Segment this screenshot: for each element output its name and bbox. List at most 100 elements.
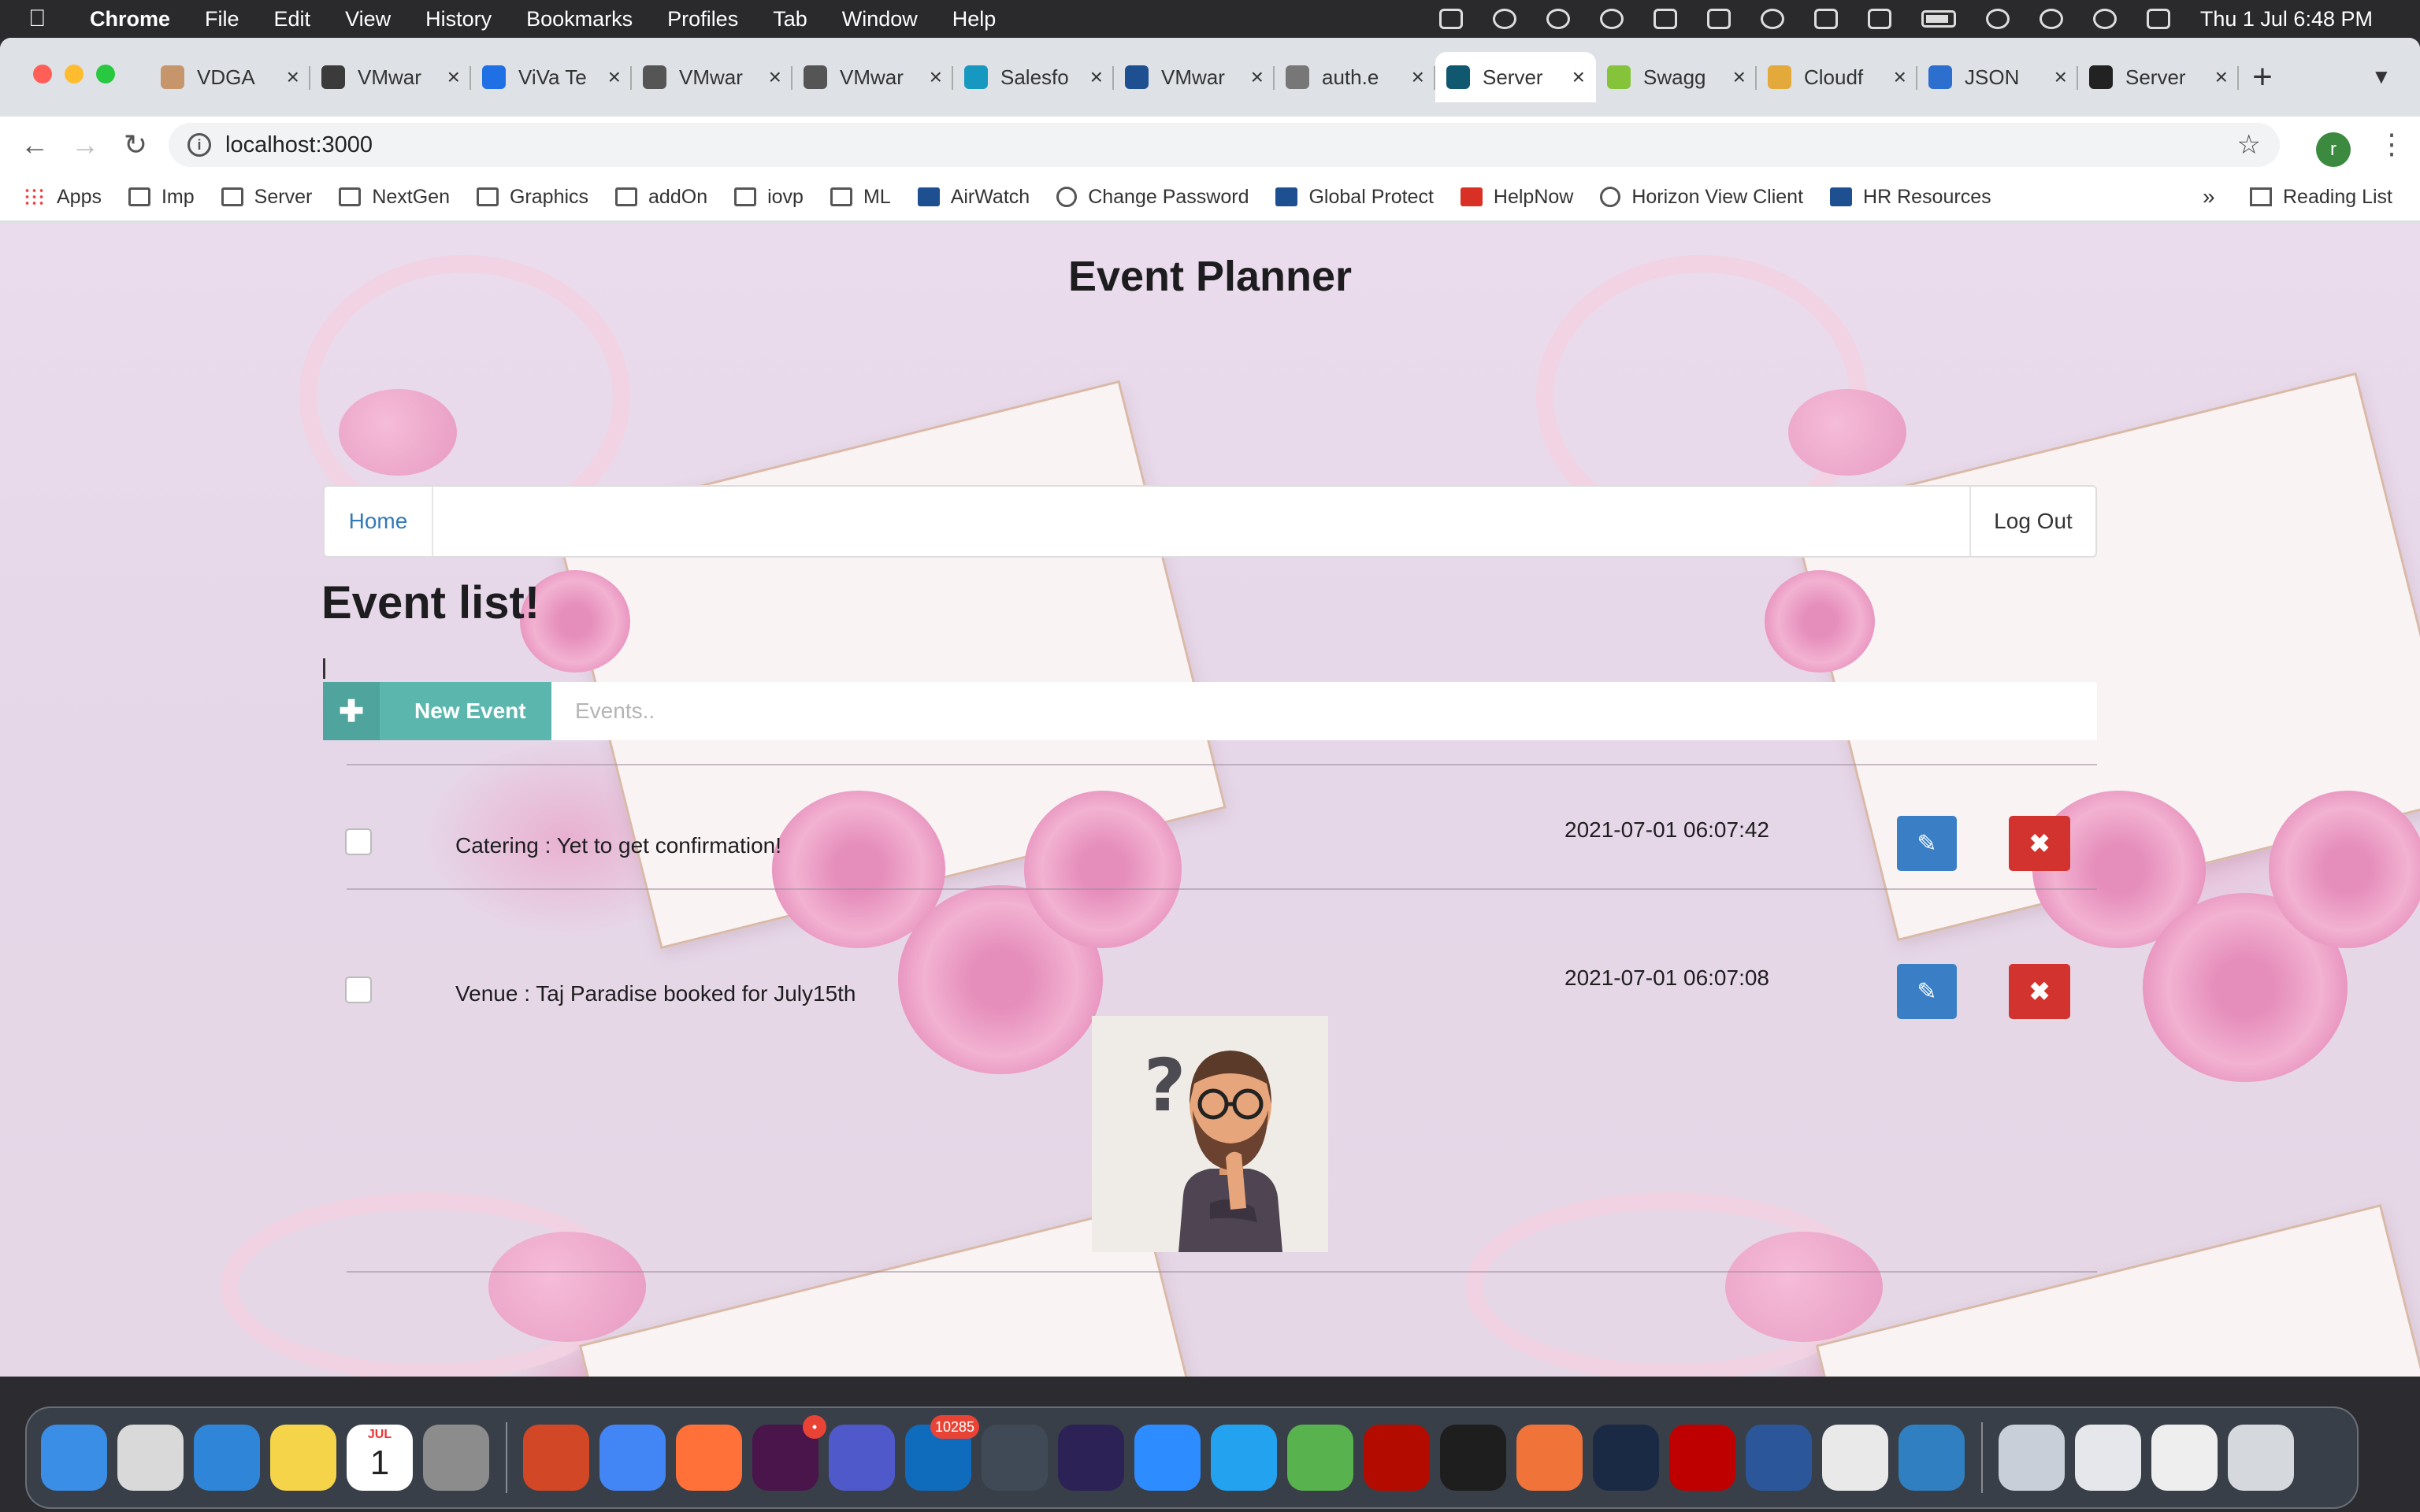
tab-search-icon[interactable]: ▼: [2371, 65, 2392, 89]
word-icon[interactable]: [1746, 1425, 1812, 1491]
browser-tab[interactable]: auth.e ×: [1275, 52, 1435, 102]
chrome-icon[interactable]: [599, 1425, 666, 1491]
apple-menu-icon[interactable]: : [28, 6, 66, 32]
safari-icon[interactable]: [194, 1425, 260, 1491]
reload-button[interactable]: ↻: [110, 120, 161, 170]
edit-event-button[interactable]: ✎: [1897, 816, 1957, 871]
event-input[interactable]: [551, 682, 2097, 740]
tab-close-icon[interactable]: ×: [1412, 65, 1424, 90]
event-checkbox[interactable]: [345, 828, 372, 855]
keyboard-icon[interactable]: [1867, 9, 1891, 29]
camera-icon[interactable]: [1438, 9, 1463, 29]
vpn-client-icon[interactable]: [1593, 1425, 1659, 1491]
control-center-icon[interactable]: [2146, 9, 2170, 29]
close-window-button[interactable]: [33, 65, 52, 83]
bookmark-item[interactable]: Apps: [24, 186, 102, 209]
tab-close-icon[interactable]: ×: [2215, 65, 2228, 90]
nav-home-link[interactable]: Home: [325, 487, 433, 556]
browser-tab[interactable]: ViVa Te ×: [471, 52, 632, 102]
delete-event-button[interactable]: ✖: [2009, 816, 2070, 871]
tab-close-icon[interactable]: ×: [930, 65, 942, 90]
browser-tab[interactable]: VMwar ×: [792, 52, 953, 102]
downloads-stack-icon[interactable]: [1999, 1425, 2065, 1491]
browser-tab[interactable]: Server ×: [2078, 52, 2239, 102]
browser-tab[interactable]: Server ×: [1435, 52, 1596, 102]
sync-icon[interactable]: [1492, 9, 1516, 29]
bookmark-item[interactable]: HR Resources: [1830, 186, 1991, 209]
cloud-app-icon[interactable]: [1287, 1425, 1353, 1491]
files-stack-icon[interactable]: [2151, 1425, 2218, 1491]
launchpad-icon[interactable]: [117, 1425, 184, 1491]
tab-close-icon[interactable]: ×: [1572, 65, 1585, 90]
menu-history[interactable]: History: [425, 7, 492, 32]
vscode-icon[interactable]: [1211, 1425, 1277, 1491]
bookmark-item[interactable]: NextGen: [339, 186, 450, 209]
bookmark-item[interactable]: iovp: [734, 186, 804, 209]
delete-event-button[interactable]: ✖: [2009, 964, 2070, 1019]
bookmark-item[interactable]: Global Protect: [1275, 186, 1434, 209]
outlook-icon[interactable]: 10285: [905, 1415, 979, 1491]
settings-icon[interactable]: [1760, 9, 1784, 29]
firefox-icon[interactable]: [676, 1425, 742, 1491]
zoom-window-button[interactable]: [96, 65, 115, 83]
bookmark-item[interactable]: HelpNow: [1460, 186, 1573, 209]
menu-view[interactable]: View: [345, 7, 391, 32]
bookmark-item[interactable]: Imp: [128, 186, 195, 209]
browser-tab[interactable]: JSON ×: [1917, 52, 2078, 102]
tab-close-icon[interactable]: ×: [1894, 65, 1906, 90]
browser-tab[interactable]: Swagg ×: [1596, 52, 1757, 102]
notes-icon[interactable]: [270, 1425, 336, 1491]
calendar-icon[interactable]: JUL 1: [347, 1425, 413, 1491]
browser-tab[interactable]: VMwar ×: [632, 52, 792, 102]
logout-link[interactable]: Log Out: [1969, 487, 2095, 556]
filezilla-icon[interactable]: [1669, 1425, 1735, 1491]
wifi-icon[interactable]: [1985, 9, 2010, 29]
bookmark-item[interactable]: addOn: [615, 186, 707, 209]
new-tab-button[interactable]: +: [2244, 52, 2281, 102]
menu-edit[interactable]: Edit: [274, 7, 311, 32]
bookmark-item[interactable]: Server: [221, 186, 312, 209]
forward-button[interactable]: →: [60, 120, 110, 170]
reading-list-button[interactable]: Reading List: [2250, 186, 2392, 209]
menu-bookmarks[interactable]: Bookmarks: [526, 7, 633, 32]
profile-avatar[interactable]: r: [2316, 132, 2351, 167]
trash-icon[interactable]: [2228, 1425, 2294, 1491]
paintbrush-icon[interactable]: [1516, 1425, 1583, 1491]
textedit-icon[interactable]: [1822, 1425, 1888, 1491]
browser-tab[interactable]: Cloudf ×: [1757, 52, 1917, 102]
screen-sharing-icon[interactable]: [982, 1425, 1048, 1491]
menu-help[interactable]: Help: [952, 7, 997, 32]
teams-icon[interactable]: [829, 1425, 895, 1491]
bookmark-item[interactable]: ML: [830, 186, 891, 209]
battery-icon[interactable]: [1921, 10, 1956, 28]
tab-close-icon[interactable]: ×: [769, 65, 781, 90]
minimize-window-button[interactable]: [65, 65, 84, 83]
event-checkbox[interactable]: [345, 976, 372, 1003]
browser-tab[interactable]: Salesfo ×: [953, 52, 1114, 102]
menu-profiles[interactable]: Profiles: [667, 7, 738, 32]
new-event-button[interactable]: ✚ New Event: [323, 682, 551, 740]
back-button[interactable]: ←: [9, 120, 60, 170]
edit-event-button[interactable]: ✎: [1897, 964, 1957, 1019]
bookmark-item[interactable]: Change Password: [1056, 186, 1249, 209]
user-icon[interactable]: [2039, 9, 2063, 29]
tab-close-icon[interactable]: ×: [1251, 65, 1264, 90]
globe-icon[interactable]: [1599, 9, 1624, 29]
spotlight-search-icon[interactable]: [2092, 9, 2117, 29]
zoom-icon[interactable]: [1134, 1425, 1201, 1491]
tab-close-icon[interactable]: ×: [1090, 65, 1103, 90]
browser-tab[interactable]: VMwar ×: [310, 52, 471, 102]
address-bar[interactable]: i localhost:3000 ☆: [169, 123, 2280, 167]
menu-file[interactable]: File: [205, 7, 239, 32]
remote-desktop-icon[interactable]: [1899, 1425, 1965, 1491]
eclipse-icon[interactable]: [1058, 1425, 1124, 1491]
shield-icon[interactable]: [1653, 9, 1677, 29]
powerpoint-icon[interactable]: [523, 1425, 589, 1491]
bookmark-item[interactable]: Graphics: [476, 186, 588, 209]
menu-tab[interactable]: Tab: [773, 7, 807, 32]
documents-stack-icon[interactable]: [2075, 1425, 2141, 1491]
tab-close-icon[interactable]: ×: [287, 65, 299, 90]
bookmark-item[interactable]: AirWatch: [917, 186, 1030, 209]
tab-close-icon[interactable]: ×: [447, 65, 460, 90]
hexagon-icon[interactable]: [1706, 9, 1731, 29]
